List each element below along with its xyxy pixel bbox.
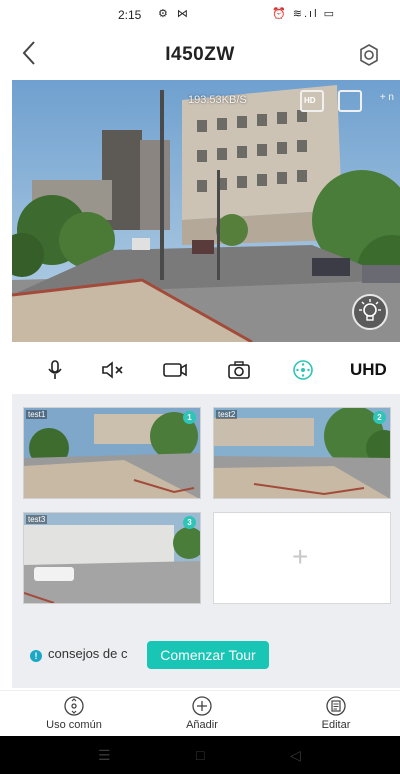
status-time: 2:15 [118,8,142,22]
plus-circle-icon [192,696,212,716]
start-tour-button[interactable]: Comenzar Tour [147,641,269,669]
settings-button[interactable] [356,42,382,68]
system-icons: ⏰ ≋.ıl ▭ [272,8,336,20]
preset-label: test1 [26,410,48,419]
preset-number-badge: 3 [183,516,196,529]
tips-text: consejos de c [48,646,128,661]
preset-number-badge: 1 [183,411,196,424]
nav-add[interactable]: Añadir [162,695,242,731]
record-button[interactable] [160,356,190,384]
system-back-button[interactable]: ◁ [290,747,301,764]
preset-tile[interactable]: test3 3 [23,512,201,604]
nav-label: Añadir [186,719,218,731]
edit-icon [326,696,346,716]
hd-toggle-button[interactable]: HD [300,90,324,112]
preset-label: test3 [26,515,48,524]
light-button[interactable] [352,294,388,330]
nav-common-use[interactable]: Uso común [34,695,114,731]
preset-number-badge: 2 [373,411,386,424]
preset-label: test2 [216,410,238,419]
quality-selector[interactable]: UHD [350,360,387,380]
live-video[interactable]: 193.53KB/S HD + n [12,80,400,342]
device-title: I450ZW [165,44,235,65]
recent-apps-button[interactable]: ☰ [98,747,111,764]
preset-thumbnail [214,408,390,498]
plus-icon: + [292,541,309,572]
record-icon [163,363,187,377]
preset-tile[interactable]: test2 2 [213,407,391,499]
system-navigation-bar: ☰ □ ◁ [0,736,400,774]
gear-icon [360,44,378,66]
ptz-icon [293,360,313,380]
info-icon: ! [30,650,42,662]
home-button[interactable]: □ [196,747,204,763]
preset-thumbnail [24,513,200,603]
tips-row: ! consejos de c [30,646,128,662]
mute-button[interactable] [98,356,128,384]
preset-tile[interactable]: test1 1 [23,407,201,499]
control-toolbar: UHD [0,352,400,388]
microphone-icon [48,360,62,379]
camera-live-page: 2:15 ⚙ ⋈ ⏰ ≋.ıl ▭ I450ZW 193.53KB/S HD +… [0,0,400,774]
snapshot-button[interactable] [224,356,254,384]
street-scene [12,80,400,342]
notification-icons: ⚙ ⋈ [158,8,191,20]
joystick-icon [64,696,84,716]
ptz-button[interactable] [288,356,318,384]
bitrate-readout: 193.53KB/S [188,94,247,106]
hd-badge: HD [304,96,316,105]
fullscreen-label: + n [379,92,394,103]
bottom-nav: Uso común Añadir Editar [0,690,400,736]
preset-thumbnail [24,408,200,498]
nav-label: Editar [321,719,351,731]
add-preset-tile[interactable]: + [213,512,391,604]
speaker-mute-icon [102,361,123,379]
lightbulb-icon [359,299,381,321]
app-header: I450ZW [0,36,400,76]
status-bar: 2:15 ⚙ ⋈ ⏰ ≋.ıl ▭ [0,0,400,30]
talk-button[interactable] [40,356,70,384]
camera-icon [228,361,250,379]
nav-label: Uso común [46,719,102,731]
nav-edit[interactable]: Editar [296,695,376,731]
rotate-screen-button[interactable] [338,90,362,112]
